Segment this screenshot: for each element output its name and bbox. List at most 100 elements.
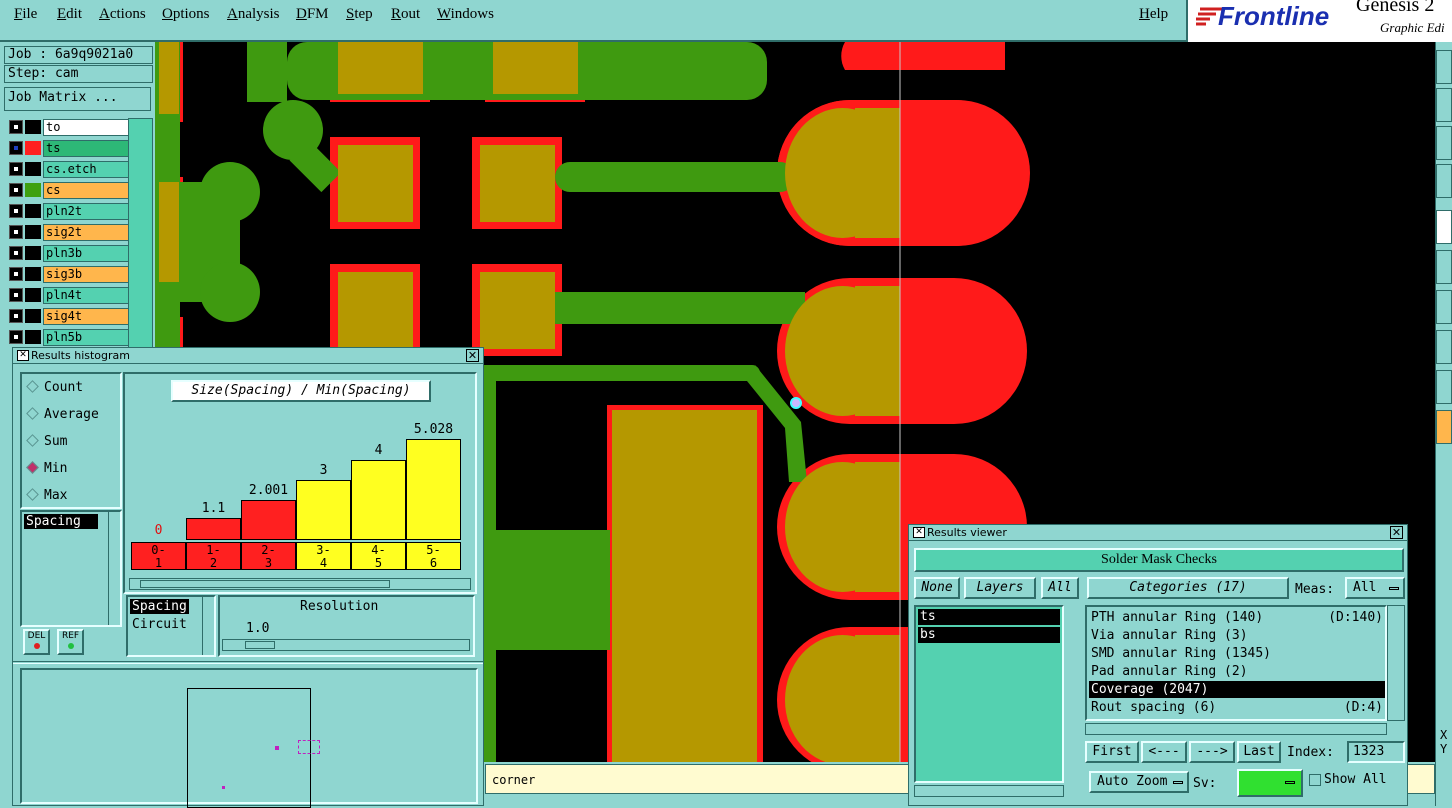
menu-rout[interactable]: Rout — [391, 6, 420, 23]
window-menu-icon[interactable]: ✕ — [17, 350, 29, 361]
layer-row-10[interactable]: pln5b — [9, 328, 131, 347]
category-list-item[interactable]: Rout spacing (6) (D:4) — [1089, 699, 1385, 716]
edit-tool-icon[interactable] — [1436, 370, 1452, 404]
auto-zoom-dropdown[interactable]: Auto Zoom — [1089, 771, 1189, 793]
sub-list-spacing[interactable]: Spacing — [130, 599, 189, 614]
mode-count-radio[interactable]: Count — [26, 380, 83, 395]
category-list-item[interactable]: Coverage (2047) — [1089, 681, 1385, 698]
window-menu-icon[interactable]: ✕ — [913, 527, 925, 538]
prev-button[interactable]: <--- — [1141, 741, 1187, 763]
histogram-bar[interactable] — [351, 460, 406, 540]
layer-row-0[interactable]: to — [9, 118, 131, 137]
job-matrix-button[interactable]: Job Matrix ... — [4, 87, 151, 111]
first-button[interactable]: First — [1085, 741, 1139, 763]
category-list-hscrollbar[interactable] — [1085, 723, 1387, 735]
index-input[interactable]: 1323 — [1347, 741, 1405, 763]
layer-name[interactable]: pln4t — [43, 287, 131, 304]
layer-row-3[interactable]: cs — [9, 181, 131, 200]
histogram-bar[interactable] — [406, 439, 461, 540]
layer-name[interactable]: sig4t — [43, 308, 131, 325]
layer-visibility-checkbox[interactable] — [9, 120, 23, 134]
layer-visibility-checkbox[interactable] — [9, 183, 23, 197]
layer-name[interactable]: cs.etch — [43, 161, 131, 178]
layer-visibility-checkbox[interactable] — [9, 204, 23, 218]
layer-row-7[interactable]: sig3b — [9, 265, 131, 284]
histogram-bar[interactable] — [186, 518, 241, 540]
highlight-tool-icon[interactable] — [1436, 330, 1452, 364]
measure-tool-icon[interactable] — [1436, 126, 1452, 160]
layer-name[interactable]: to — [43, 119, 131, 136]
layer-row-5[interactable]: sig2t — [9, 223, 131, 242]
histogram-category[interactable]: 1- 2 — [186, 542, 241, 570]
histogram-category[interactable]: 5- 6 — [406, 542, 461, 570]
meas-dropdown[interactable]: All — [1345, 577, 1405, 599]
menu-options[interactable]: Options — [162, 6, 210, 23]
menu-analysis[interactable]: Analysis — [227, 6, 280, 23]
none-button[interactable]: None — [914, 577, 960, 599]
snap-tool-icon[interactable] — [1436, 250, 1452, 284]
histogram-scrollbar[interactable] — [129, 578, 471, 590]
last-button[interactable]: Last — [1237, 741, 1281, 763]
histogram-close-icon[interactable]: ✕ — [466, 349, 479, 362]
layer-result-bs[interactable]: bs — [918, 627, 1060, 643]
measure-list-scrollbar[interactable] — [108, 512, 120, 625]
color-tool-icon[interactable] — [1436, 410, 1452, 444]
layer-visibility-checkbox[interactable] — [9, 288, 23, 302]
mode-min-radio[interactable]: Min — [26, 461, 67, 476]
pan-tool-icon[interactable] — [1436, 88, 1452, 122]
layer-row-6[interactable]: pln3b — [9, 244, 131, 263]
mode-average-radio[interactable]: Average — [26, 407, 99, 422]
layer-row-8[interactable]: pln4t — [9, 286, 131, 305]
mode-sum-radio[interactable]: Sum — [26, 434, 67, 449]
ref-button[interactable]: REF — [57, 629, 84, 655]
histogram-category[interactable]: 0- 1 — [131, 542, 186, 570]
menu-help[interactable]: Help — [1139, 6, 1168, 23]
sv-color-dropdown[interactable] — [1237, 769, 1303, 797]
histogram-bar[interactable] — [241, 500, 296, 540]
show-all-checkbox[interactable] — [1309, 774, 1321, 786]
layer-visibility-checkbox[interactable] — [9, 246, 23, 260]
layer-row-4[interactable]: pln2t — [9, 202, 131, 221]
all-layers-button[interactable]: All — [1041, 577, 1079, 599]
layer-name[interactable]: pln2t — [43, 203, 131, 220]
sub-list-scrollbar[interactable] — [202, 597, 214, 655]
layer-name[interactable]: cs — [43, 182, 131, 199]
category-list-item[interactable]: SMD annular Ring (1345) — [1089, 645, 1385, 662]
layer-visibility-checkbox[interactable] — [9, 225, 23, 239]
layer-name[interactable]: sig2t — [43, 224, 131, 241]
del-button[interactable]: DEL — [23, 629, 50, 655]
menu-file[interactable]: File — [14, 6, 37, 23]
layer-name[interactable]: pln3b — [43, 245, 131, 262]
layer-visibility-checkbox[interactable] — [9, 309, 23, 323]
layer-visibility-checkbox[interactable] — [9, 267, 23, 281]
category-list-item[interactable]: PTH annular Ring (140) (D:140) — [1089, 609, 1385, 626]
sub-list-circuit[interactable]: Circuit — [132, 617, 187, 632]
layer-visibility-checkbox[interactable] — [9, 162, 23, 176]
histogram-bar[interactable] — [296, 480, 351, 540]
filter-tool-icon[interactable] — [1436, 290, 1452, 324]
menu-step[interactable]: Step — [346, 6, 373, 23]
layer-row-1[interactable]: ts — [9, 139, 131, 158]
zoom-tool-icon[interactable] — [1436, 50, 1452, 84]
layer-name[interactable]: sig3b — [43, 266, 131, 283]
measure-list-item[interactable]: Spacing — [24, 514, 98, 529]
menu-dfm[interactable]: DFM — [296, 6, 329, 23]
histogram-category[interactable]: 2- 3 — [241, 542, 296, 570]
layer-row-2[interactable]: cs.etch — [9, 160, 131, 179]
menu-windows[interactable]: Windows — [437, 6, 494, 23]
layer-name[interactable]: ts — [43, 140, 131, 157]
category-list-scrollbar[interactable] — [1387, 605, 1405, 721]
resolution-slider[interactable] — [222, 639, 470, 651]
layer-name[interactable]: pln5b — [43, 329, 131, 346]
layer-visibility-checkbox[interactable] — [9, 330, 23, 344]
layer-visibility-checkbox[interactable] — [9, 141, 23, 155]
layers-button[interactable]: Layers — [964, 577, 1036, 599]
layer-results-scrollbar[interactable] — [914, 785, 1064, 797]
menu-actions[interactable]: Actions — [99, 6, 146, 23]
overview-zoom-box[interactable] — [298, 740, 320, 754]
menu-edit[interactable]: Edit — [57, 6, 82, 23]
mode-tool-icon[interactable] — [1436, 210, 1452, 244]
category-list-item[interactable]: Pad annular Ring (2) — [1089, 663, 1385, 680]
layer-row-9[interactable]: sig4t — [9, 307, 131, 326]
layer-scrollbar[interactable] — [128, 118, 153, 348]
